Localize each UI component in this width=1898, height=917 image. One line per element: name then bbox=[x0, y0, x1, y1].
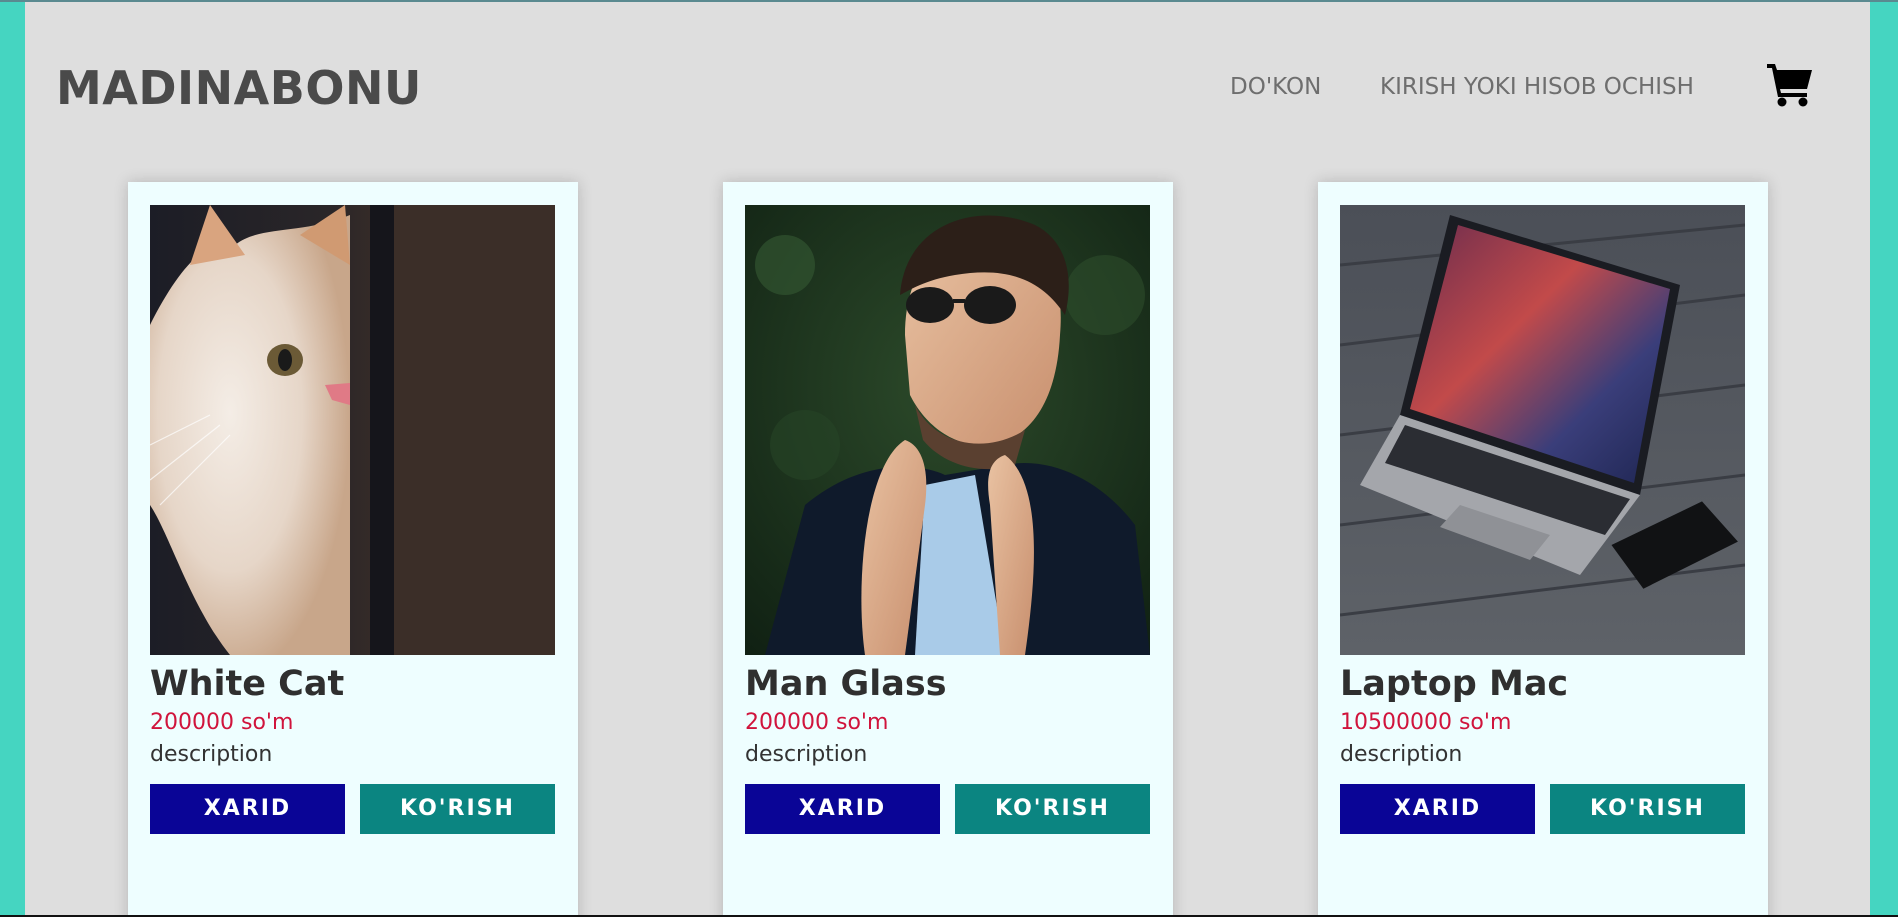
view-button[interactable]: KO'RISH bbox=[360, 784, 555, 834]
product-title: Man Glass bbox=[745, 664, 947, 704]
product-price: 10500000 so'm bbox=[1340, 710, 1512, 735]
product-title: White Cat bbox=[150, 664, 345, 704]
buy-button[interactable]: XARID bbox=[1340, 784, 1535, 834]
product-title: Laptop Mac bbox=[1340, 664, 1569, 704]
buy-button[interactable]: XARID bbox=[150, 784, 345, 834]
page: MADINABONU DO'KON KIRISH YOKI HISOB OCHI… bbox=[25, 2, 1870, 915]
view-button[interactable]: KO'RISH bbox=[1550, 784, 1745, 834]
buy-button[interactable]: XARID bbox=[745, 784, 940, 834]
product-price: 200000 so'm bbox=[745, 710, 889, 735]
product-image-white-cat[interactable] bbox=[150, 205, 555, 655]
product-description: description bbox=[745, 742, 868, 767]
view-button[interactable]: KO'RISH bbox=[955, 784, 1150, 834]
product-image-man-glass[interactable] bbox=[745, 205, 1150, 655]
product-card: White Cat 200000 so'm description XARID … bbox=[128, 182, 578, 915]
product-grid: White Cat 200000 so'm description XARID … bbox=[25, 2, 1870, 915]
product-price: 200000 so'm bbox=[150, 710, 294, 735]
product-description: description bbox=[150, 742, 273, 767]
product-card: Man Glass 200000 so'm description XARID … bbox=[723, 182, 1173, 915]
product-card: Laptop Mac 10500000 so'm description XAR… bbox=[1318, 182, 1768, 915]
product-image-laptop-mac[interactable] bbox=[1340, 205, 1745, 655]
product-description: description bbox=[1340, 742, 1463, 767]
